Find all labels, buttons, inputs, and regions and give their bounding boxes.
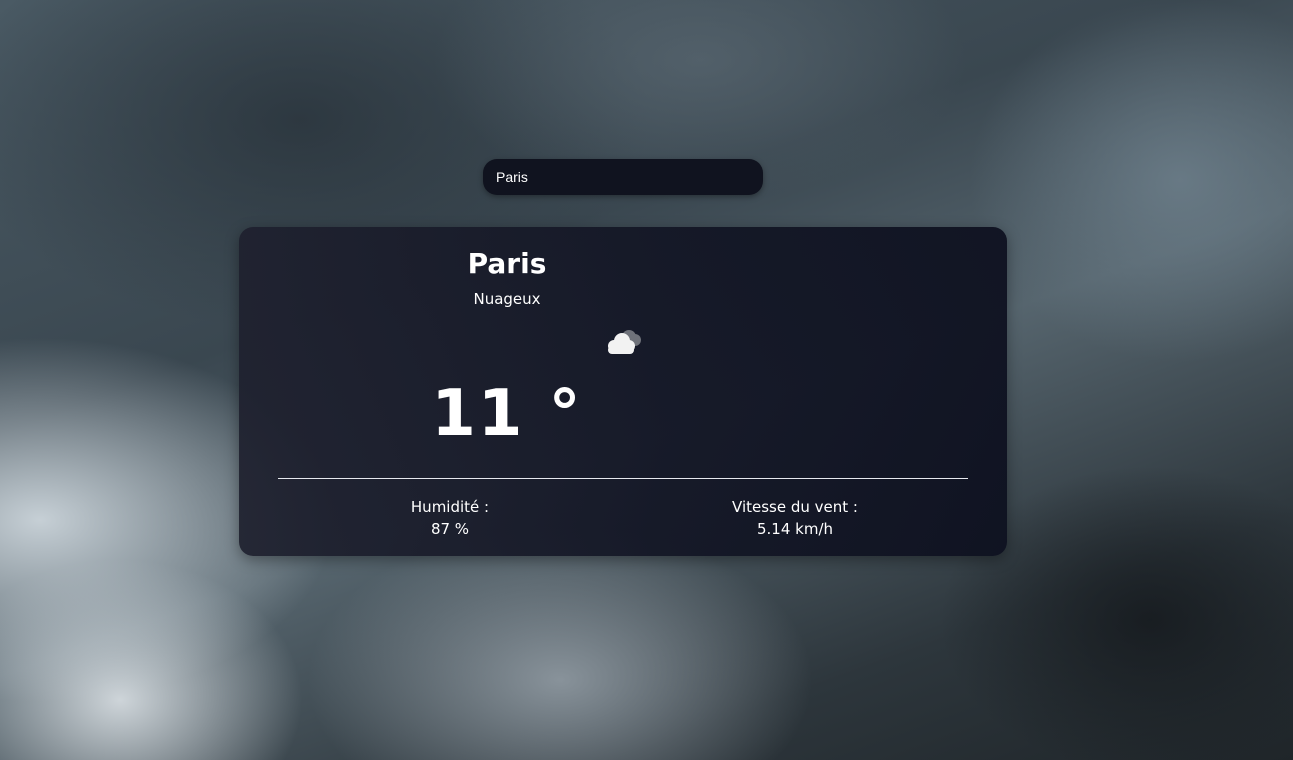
humidity-value: 87 % [430, 520, 470, 538]
cloud-icon [608, 330, 641, 354]
city-name: Paris [467, 247, 547, 280]
humidity-label: Humidité : [410, 498, 490, 516]
wind-speed-label: Vitesse du vent : [732, 498, 858, 516]
divider [278, 478, 968, 479]
wind-speed-value: 5.14 km/h [756, 520, 834, 538]
weather-condition: Nuageux [473, 290, 541, 308]
search-bar[interactable] [483, 159, 763, 195]
humidity-stat: Humidité : 87 % [330, 496, 570, 540]
weather-card: Paris Nuageux 11 ° Humidité : 87 % Vites… [239, 227, 1007, 556]
temperature: 11 ° [431, 377, 583, 451]
city-search-input[interactable] [483, 159, 763, 195]
wind-speed-stat: Vitesse du vent : 5.14 km/h [675, 496, 915, 540]
